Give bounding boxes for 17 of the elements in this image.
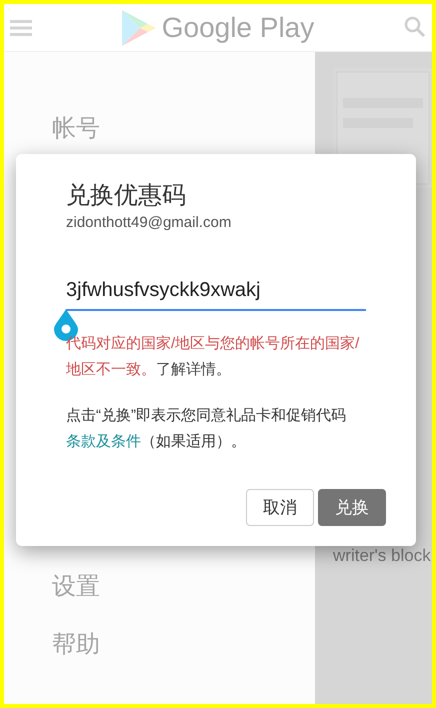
account-email: zidonthott49@gmail.com [66, 213, 232, 233]
redeem-button[interactable]: 兑换 [318, 488, 386, 526]
learn-more-link[interactable]: 了解详情。 [156, 360, 231, 378]
play-logo-icon [122, 10, 156, 46]
search-icon[interactable] [404, 16, 426, 38]
terms-link[interactable]: 条款及条件 [66, 432, 141, 450]
error-message: 代码对应的国家/地区与您的帐号所在的国家/地区不一致。了解详情。 [66, 334, 360, 380]
terms-text: 点击“兑换”即表示您同意礼品卡和促销代码 条款及条件（如果适用）。 [66, 406, 347, 452]
menu-icon[interactable] [10, 20, 32, 36]
cancel-button[interactable]: 取消 [246, 488, 314, 526]
logo-text: Google Play [162, 10, 314, 45]
drawer-item[interactable]: 帐号 [52, 100, 315, 158]
drawer-item[interactable]: 设置 [52, 558, 315, 616]
code-input-field[interactable]: 3jfwhusfvsyckk9xwakj [66, 274, 366, 310]
drawer-item[interactable]: 帮助 [52, 616, 315, 674]
description-text: writer's block [333, 544, 432, 566]
dialog-title: 兑换优惠码 [66, 181, 187, 211]
